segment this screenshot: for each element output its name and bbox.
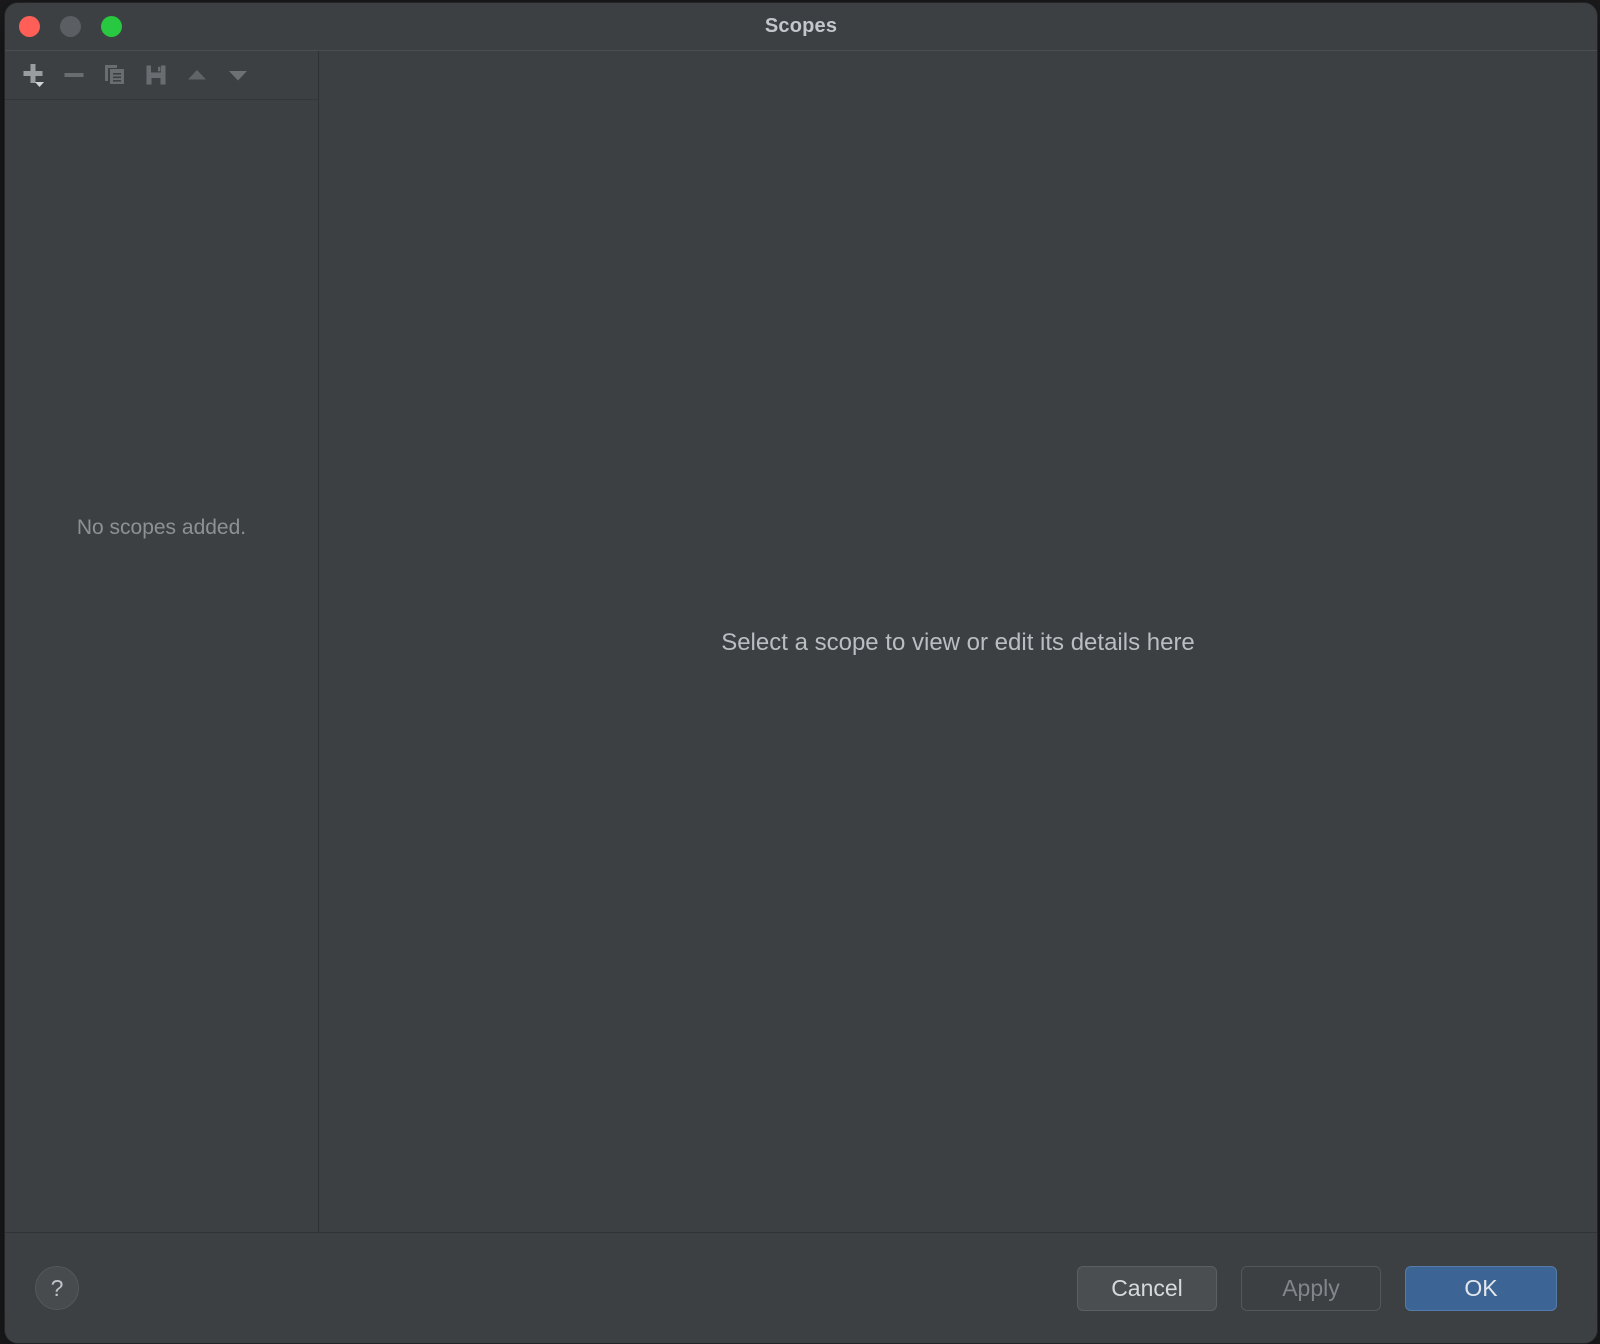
cancel-button[interactable]: Cancel [1077, 1265, 1217, 1311]
dialog-footer: ? Cancel Apply OK [5, 1232, 1597, 1343]
apply-button[interactable]: Apply [1241, 1265, 1381, 1311]
move-scope-down-button[interactable] [220, 57, 256, 93]
title-bar: Scopes [5, 3, 1597, 51]
move-scope-up-button[interactable] [179, 57, 215, 93]
scopes-list[interactable]: No scopes added. [5, 100, 318, 1232]
add-icon [23, 64, 44, 87]
ok-button[interactable]: OK [1405, 1265, 1557, 1311]
scopes-dialog-window: Scopes No scopes added. Select a scope t… [4, 2, 1598, 1344]
move-down-icon [229, 71, 247, 81]
maximize-window-button[interactable] [101, 16, 122, 37]
traffic-light-group [19, 3, 122, 50]
remove-icon [64, 73, 84, 77]
scopes-toolbar [5, 51, 318, 100]
scopes-empty-message: No scopes added. [76, 516, 247, 539]
scopes-left-pane: No scopes added. [5, 51, 319, 1232]
copy-icon [105, 65, 124, 84]
minimize-window-button[interactable] [60, 16, 81, 37]
close-window-button[interactable] [19, 16, 40, 37]
dialog-body: No scopes added. Select a scope to view … [5, 51, 1597, 1232]
help-button[interactable]: ? [35, 1266, 79, 1310]
duplicate-scope-button[interactable] [97, 57, 133, 93]
remove-scope-button[interactable] [56, 57, 92, 93]
window-title: Scopes [764, 15, 838, 37]
add-scope-button[interactable] [15, 57, 51, 93]
scope-details-pane: Select a scope to view or edit its detai… [319, 51, 1597, 1232]
save-scope-button[interactable] [138, 57, 174, 93]
save-icon [146, 65, 166, 85]
move-up-icon [188, 70, 206, 80]
scope-details-placeholder: Select a scope to view or edit its detai… [721, 629, 1195, 656]
